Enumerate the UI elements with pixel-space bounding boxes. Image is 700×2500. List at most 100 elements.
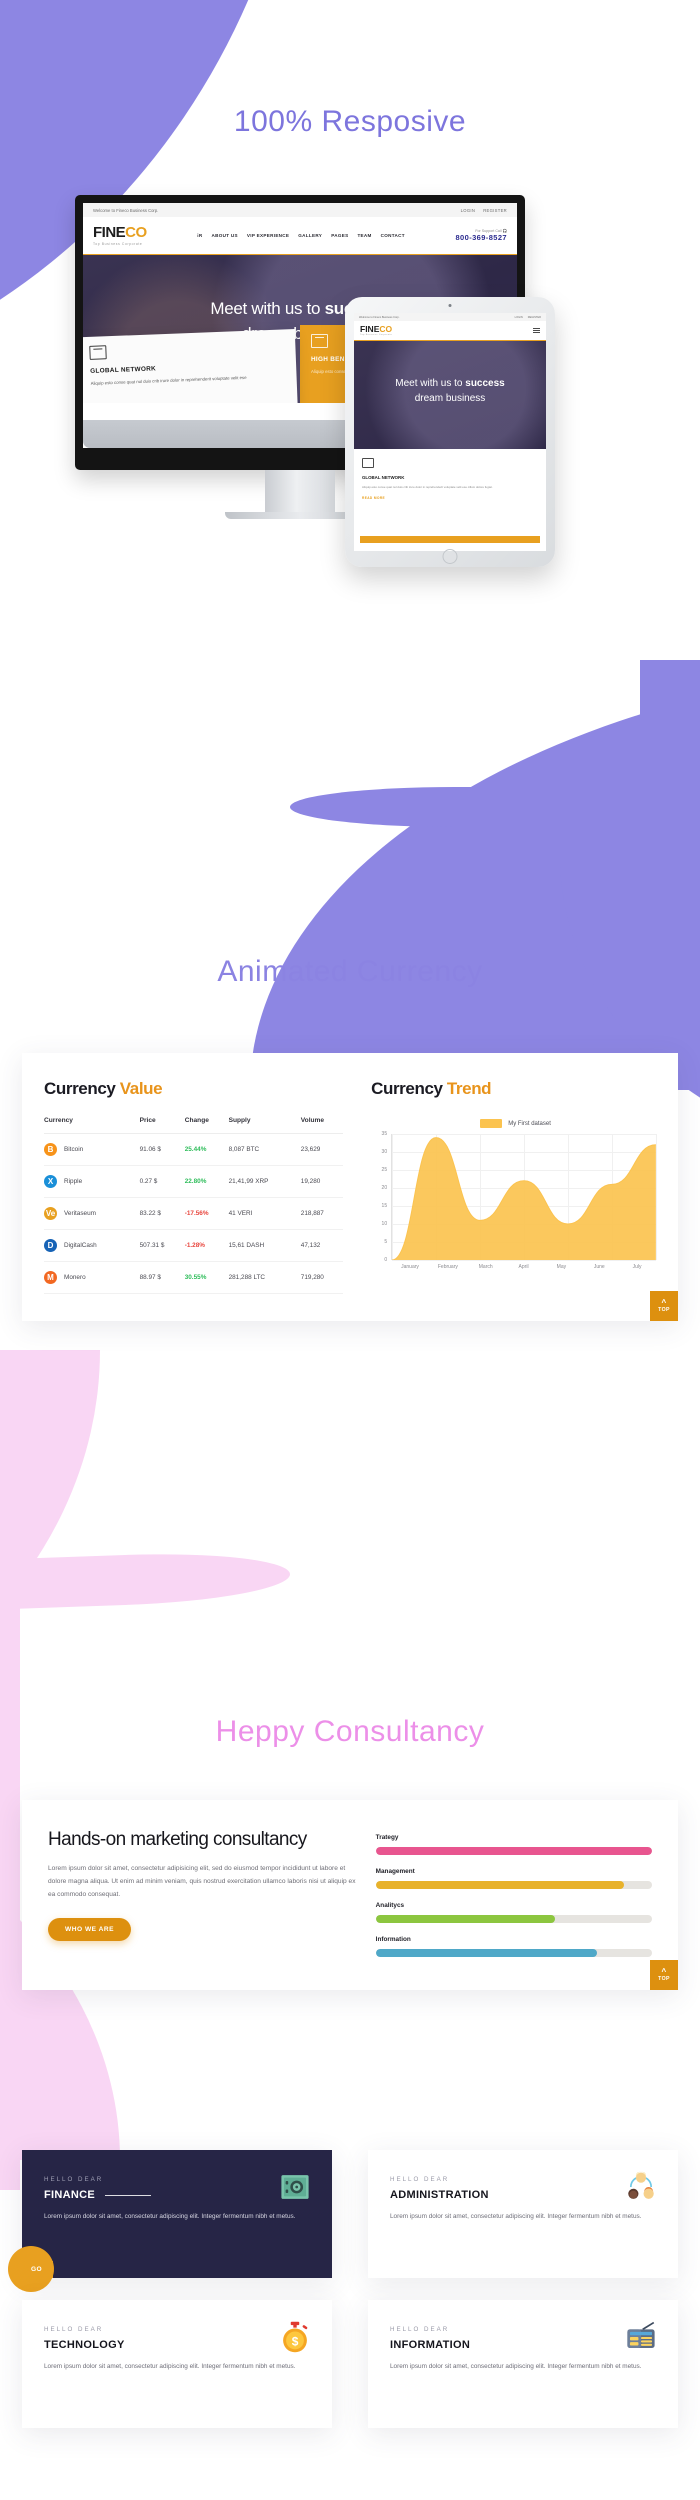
monitor-stand-neck (265, 470, 335, 512)
nav-item-pages[interactable]: PAGES (331, 233, 348, 238)
skill-progress-track (375, 1881, 652, 1889)
skill-progress-item: Information (375, 1936, 652, 1957)
topbar-welcome-text: Welcome to Fineco Business Corp. (93, 207, 159, 213)
consultancy-paragraph: Lorem ipsum dolor sit amet, consectetur … (48, 1865, 356, 1898)
safe-vault-icon (281, 2175, 309, 2199)
currency-trend-title: Currency Trend (371, 1079, 660, 1099)
cell-volume: 19,280 (300, 1165, 344, 1198)
hamburger-menu-icon[interactable] (533, 327, 540, 334)
hero-card-global-network[interactable]: GLOBAL NETWORK Aliquip esto conse quat n… (83, 329, 298, 403)
col-header-price: Price (139, 1117, 185, 1134)
y-tick-label: 25 (381, 1167, 388, 1173)
top-button-label: TOP (658, 1306, 670, 1313)
consultancy-heading: Hands-on marketing consultancy (48, 1829, 307, 1850)
site-header: FINECO Top Business Corporate iR ABOUT U… (83, 217, 517, 255)
hero-card-text-1: Aliquip esto conse quat nul duis crib ir… (90, 374, 247, 386)
cell-supply: 15,61 DASH (228, 1229, 301, 1262)
support-phone-number[interactable]: 800-369-8527 (455, 233, 507, 242)
coin-name: Ripple (64, 1178, 83, 1185)
svg-text:$: $ (292, 2335, 299, 2349)
coin-icon: Ve (44, 1207, 57, 1220)
nav-item-contact[interactable]: CONTACT (381, 233, 405, 238)
x-tick-label: January (401, 1264, 419, 1270)
y-tick-label: 20 (381, 1185, 388, 1191)
chart-area-path (392, 1134, 656, 1260)
cell-supply: 41 VERI (228, 1197, 301, 1230)
currency-trend-chart: My First dataset 0 5 10 15 20 25 30 35 January F… (371, 1119, 660, 1287)
go-button[interactable]: GO (22, 2261, 54, 2278)
table-row[interactable]: M Monero 88.97 $30.55% 281,288 LTC 719,280 (44, 1261, 344, 1294)
feature-eyebrow: HELLO DEAR (44, 2326, 104, 2333)
tablet-read-more-link[interactable]: READ MORE (362, 496, 538, 500)
tablet-topbar: Welcome to Fineco Business Corp. LOGIN R… (354, 313, 546, 321)
nav-item-about-us[interactable]: ABOUT US (211, 233, 237, 238)
logo-co-text: CO (125, 224, 147, 241)
chevron-up-icon: ^ (661, 1966, 667, 1976)
x-tick-label: June (593, 1264, 605, 1270)
tablet-hero-line1-bold: success (465, 378, 505, 389)
feature-title-row: FINANCE (44, 2189, 310, 2201)
flag-icon (89, 345, 107, 360)
tablet-camera-icon (448, 304, 452, 307)
cell-volume: 719,280 (300, 1261, 344, 1294)
feature-card-information[interactable]: HELLO DEAR INFORMATION Lorem ipsum dolor… (368, 2300, 678, 2428)
tablet-logo[interactable]: FINECO Top Business Corporate (360, 325, 392, 336)
nav-item-gallery[interactable]: GALLERY (298, 233, 322, 238)
cell-change: 22.80% (184, 1165, 229, 1198)
cell-volume: 47,132 (300, 1229, 344, 1262)
support-block: For Support Call 🎧 800-369-8527 (455, 229, 507, 242)
currency-table-header-row: Currency Price Change Supply Volume (44, 1117, 344, 1134)
currency-value-title-accent: Value (119, 1079, 163, 1098)
table-row[interactable]: D DigitalCash 507.31 $ -1.28% 15,61 DASH 47,1… (44, 1229, 344, 1262)
register-link[interactable]: REGISTER (483, 208, 507, 213)
currency-trend-panel: Currency Trend My First dataset 0 5 10 15 20… (363, 1053, 678, 1321)
chart-presentation-icon (311, 334, 328, 348)
section-title-currency: Animated Currency (217, 955, 483, 988)
feature-card-finance[interactable]: HELLO DEAR FINANCE Lorem ipsum dolor sit… (8, 2150, 332, 2292)
skill-progress-fill (375, 1847, 652, 1855)
table-row[interactable]: Ve Veritaseum 83.22 $ -17.56% 41 VERI 218,887 (44, 1197, 344, 1230)
table-row[interactable]: X Ripple 0.27 $22.80% 21,41,99 XRP 19,280 (44, 1165, 344, 1198)
login-link[interactable]: LOGIN (461, 208, 476, 213)
nav-item-vip[interactable]: VIP EXPERIENCE (247, 233, 289, 238)
col-header-currency: Currency (44, 1117, 140, 1134)
back-to-top-button-consultancy[interactable]: ^ TOP (650, 1960, 678, 1990)
gridline-horizontal (392, 1260, 656, 1261)
y-tick-label: 10 (381, 1221, 388, 1227)
logo-tagline: Top Business Corporate (93, 242, 143, 246)
skill-progress-track (375, 1949, 652, 1957)
nav-item-ir[interactable]: iR (197, 233, 202, 238)
tablet-welcome-text: Welcome to Fineco Business Corp. (359, 315, 400, 319)
col-header-volume: Volume (300, 1117, 344, 1134)
site-logo[interactable]: FINECO Top Business Corporate (93, 225, 147, 246)
table-row[interactable]: B Bitcoin 91.06 $25.44% 8,087 BTC 23,629 (44, 1133, 344, 1166)
x-tick-label: April (518, 1264, 529, 1270)
cell-price: 91.06 $ (139, 1133, 185, 1166)
back-to-top-button-currency[interactable]: ^ TOP (650, 1291, 678, 1321)
cell-currency: X Ripple (44, 1165, 140, 1198)
nav-item-team[interactable]: TEAM (357, 233, 371, 238)
cell-change: 25.44% (184, 1133, 229, 1166)
feature-text: Lorem ipsum dolor sit amet, consectetur … (44, 2213, 296, 2220)
device-mockup-group: Welcome to Fineco Business Corp. LOGIN R… (55, 195, 655, 567)
tablet-login-link[interactable]: LOGIN (515, 316, 523, 319)
pink-blob-spike (0, 1549, 290, 1611)
feature-text: Lorem ipsum dolor sit amet, consectetur … (390, 2363, 642, 2370)
col-header-change: Change (184, 1117, 229, 1134)
stopwatch-dollar-icon: $ (283, 2321, 308, 2353)
tablet-home-button-icon[interactable] (442, 549, 458, 564)
purple-blob-right (250, 660, 700, 1090)
skill-progress-track (375, 1915, 652, 1923)
skill-label: Management (375, 1868, 415, 1875)
chevron-up-icon: ^ (661, 1297, 667, 1307)
skill-progress-fill (375, 1881, 625, 1889)
x-tick-label: March (478, 1264, 493, 1270)
purple-blob-right-fill (640, 660, 700, 1090)
chart-legend: My First dataset (371, 1119, 660, 1128)
feature-card-administration[interactable]: HELLO DEAR ADMINISTRATION Lorem ipsum do… (368, 2150, 678, 2278)
who-we-are-button[interactable]: WHO WE ARE (48, 1917, 132, 1941)
section-title-consultancy: Heppy Consultancy (215, 1715, 485, 1748)
tablet-register-link[interactable]: REGISTER (528, 316, 541, 319)
feature-card-technology[interactable]: HELLO DEAR TECHNOLOGY Lorem ipsum dolor … (22, 2300, 332, 2428)
tablet-screen: Welcome to Fineco Business Corp. LOGIN R… (354, 313, 546, 551)
